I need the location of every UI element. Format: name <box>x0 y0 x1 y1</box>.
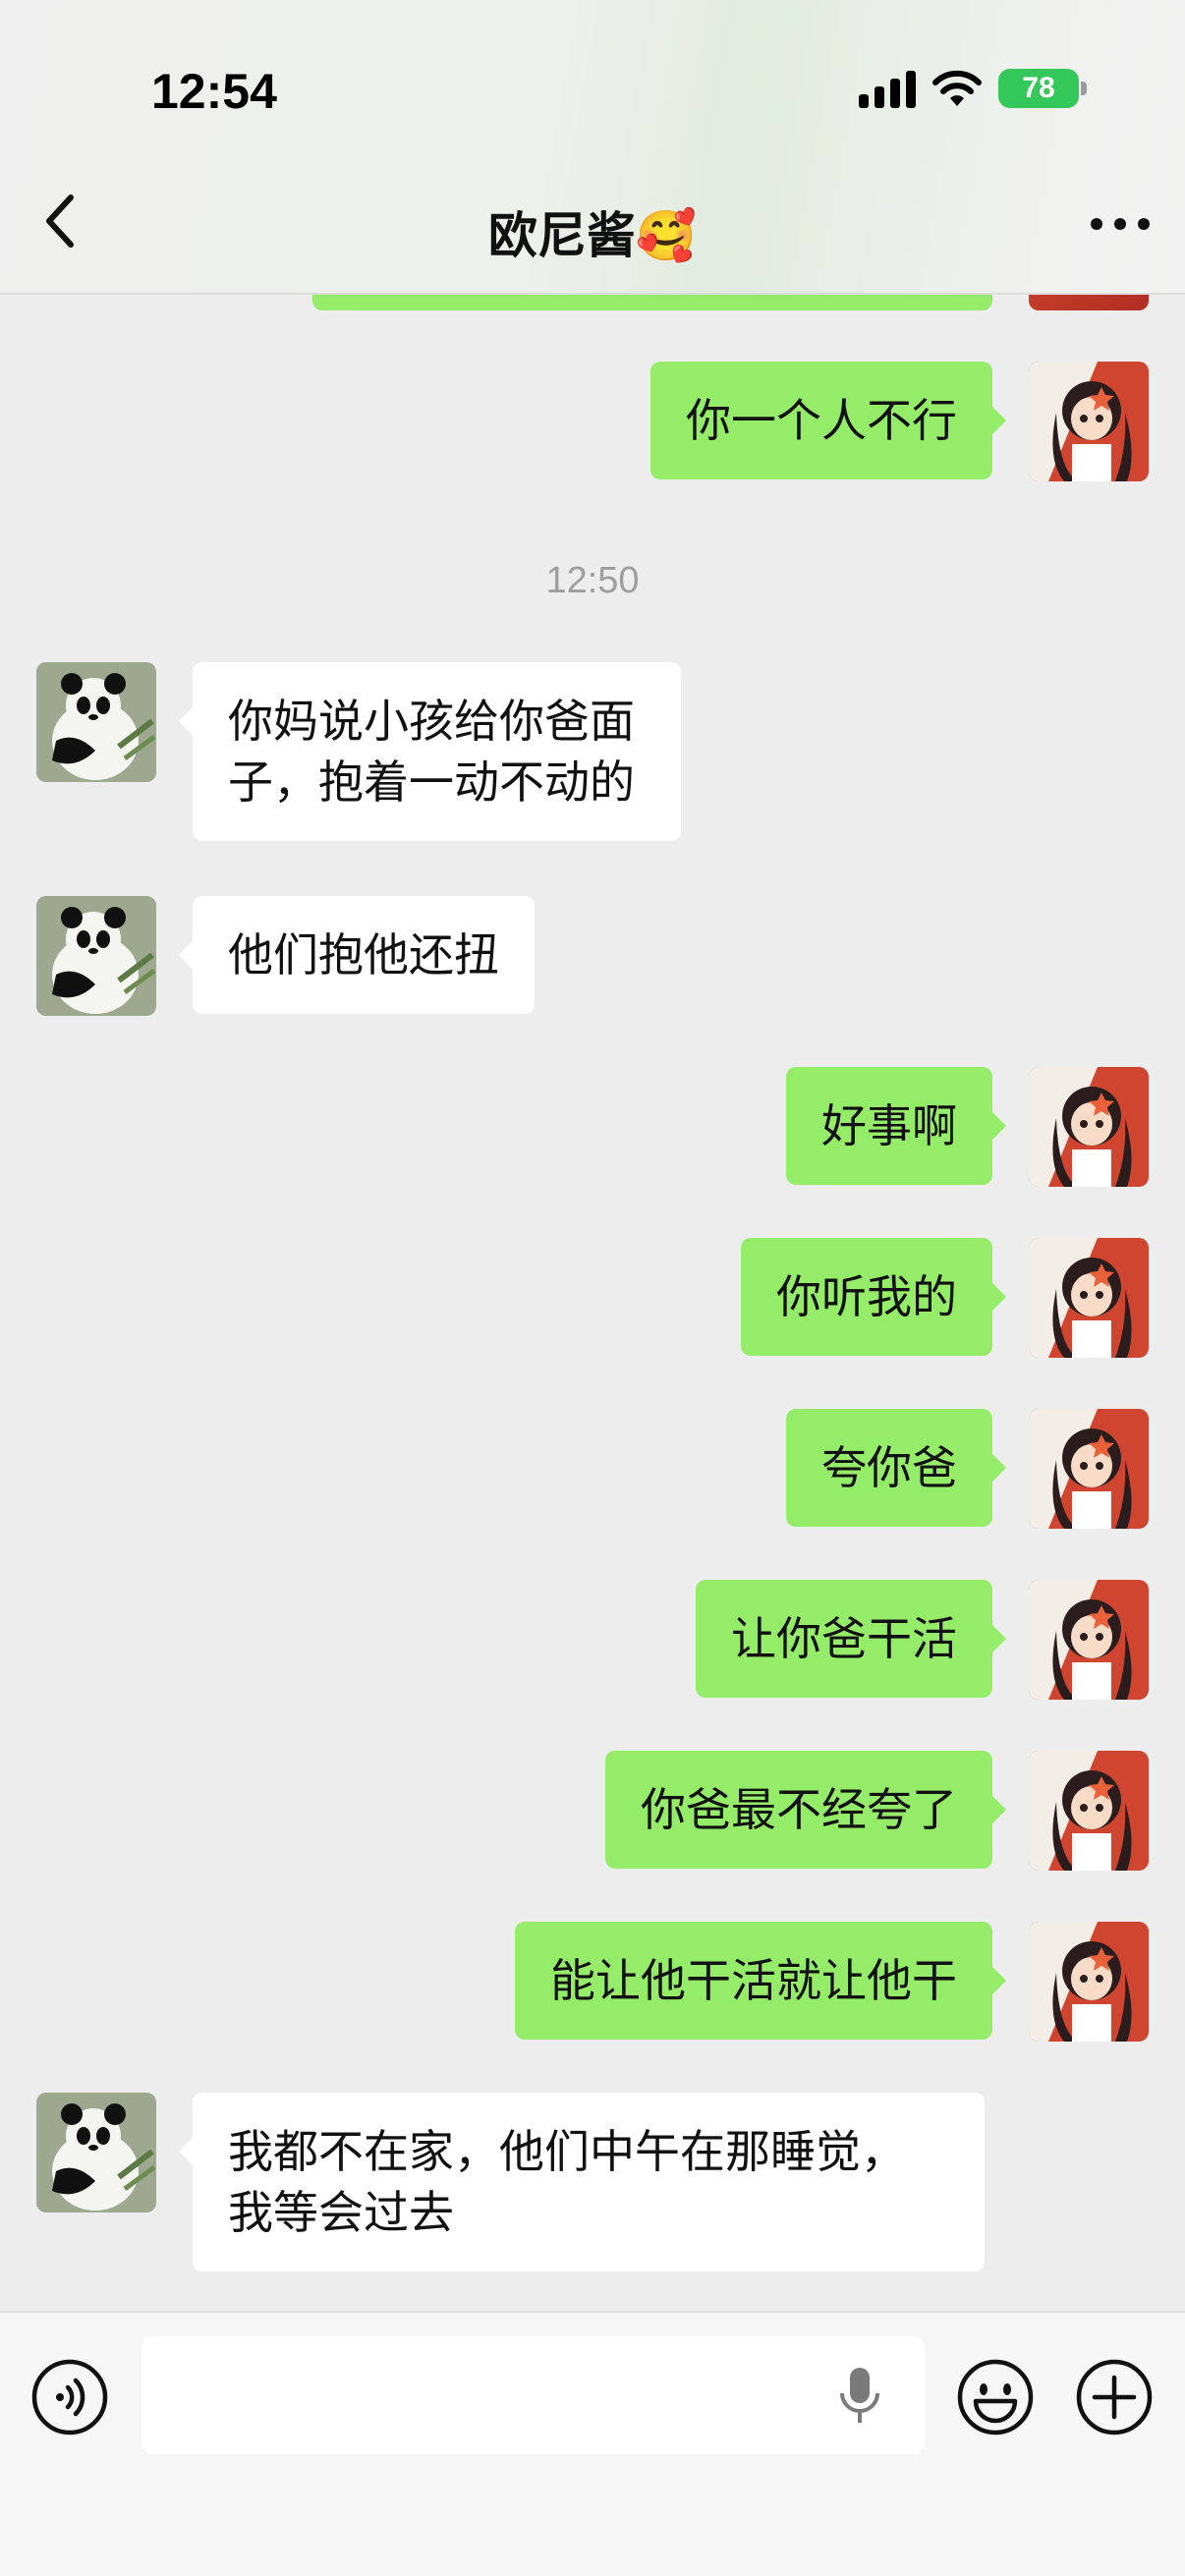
voice-mode-button[interactable] <box>30 2358 109 2436</box>
self-avatar[interactable] <box>1029 1922 1149 2042</box>
received-message-bubble[interactable]: 他们抱他还扭 <box>179 896 535 1014</box>
sent-message-bubble[interactable]: 让你爸干活 <box>696 1580 1006 1698</box>
self-avatar[interactable] <box>1029 1409 1149 1529</box>
status-icons: 78 <box>859 69 1087 108</box>
message-input[interactable] <box>141 2336 925 2454</box>
more-dot <box>1114 218 1126 230</box>
battery-tip-icon <box>1081 82 1087 95</box>
battery-level: 78 <box>998 69 1079 108</box>
self-avatar[interactable] <box>1029 362 1149 481</box>
sent-message-bubble[interactable]: 能让他干活就让他干 <box>515 1922 1006 2040</box>
timestamp: 12:50 <box>545 560 640 601</box>
more-button[interactable] <box>1091 218 1150 230</box>
contact-avatar[interactable] <box>36 2093 156 2212</box>
received-message-bubble[interactable]: 我都不在家，他们中午在那睡觉，我等会过去 <box>179 2093 985 2271</box>
microphone-button[interactable] <box>835 2364 884 2429</box>
status-time: 12:54 <box>151 64 277 119</box>
emoji-button[interactable] <box>956 2358 1035 2436</box>
microphone-icon <box>840 2368 879 2423</box>
self-avatar[interactable] <box>1029 1580 1149 1700</box>
sent-message-bubble[interactable]: 夸你爸 <box>786 1409 1006 1527</box>
more-dot <box>1091 218 1102 230</box>
voice-mode-icon <box>31 2359 108 2436</box>
chat-title: 欧尼酱🥰 <box>487 207 698 264</box>
cellular-signal-icon <box>859 69 916 108</box>
received-message-bubble[interactable]: 你妈说小孩给你爸面子，抱着一动不动的 <box>179 662 681 841</box>
sent-message-bubble[interactable]: 好事啊 <box>786 1067 1006 1185</box>
plus-circle-icon <box>1076 2359 1153 2436</box>
sent-message-bubble[interactable]: 你爸最不经夸了 <box>605 1751 1006 1869</box>
more-dot <box>1138 218 1150 230</box>
contact-avatar[interactable] <box>36 896 156 1016</box>
more-functions-button[interactable] <box>1075 2358 1154 2436</box>
input-bar <box>0 2311 1185 2576</box>
contact-avatar[interactable] <box>36 662 156 782</box>
smiley-icon <box>957 2359 1034 2436</box>
wifi-icon <box>932 70 982 106</box>
partial-sent-bubble <box>312 295 992 310</box>
battery-indicator: 78 <box>998 69 1087 108</box>
sent-message-bubble[interactable]: 你听我的 <box>741 1238 1006 1356</box>
self-avatar[interactable] <box>1029 1751 1149 1871</box>
self-avatar[interactable] <box>1029 1067 1149 1187</box>
partial-self-avatar <box>1029 295 1149 310</box>
sent-message-bubble[interactable]: 你一个人不行 <box>650 362 1006 479</box>
top-bar: 12:54 78 欧尼酱🥰 <box>0 0 1185 295</box>
chat-area[interactable]: 你一个人不行 12:50 你妈说小孩给你爸面子，抱着一动不动的 他们抱他还扭 好… <box>0 295 1185 2311</box>
self-avatar[interactable] <box>1029 1238 1149 1358</box>
